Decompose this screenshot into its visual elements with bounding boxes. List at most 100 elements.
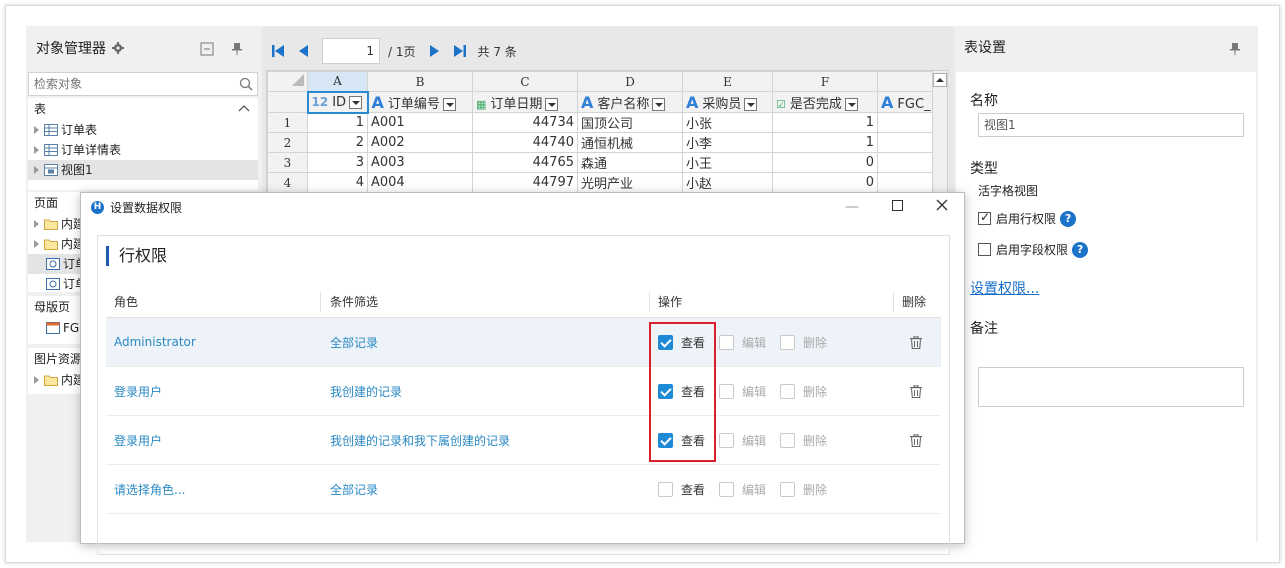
delete-permission-option[interactable]: 删除 xyxy=(780,383,827,400)
delete-row-button[interactable] xyxy=(910,318,922,366)
expand-arrow-icon[interactable] xyxy=(34,240,39,248)
filter-dropdown-icon[interactable] xyxy=(744,97,758,111)
object-search-input[interactable] xyxy=(29,73,229,95)
grid-cell[interactable]: 44797 xyxy=(472,172,578,193)
edit-permission-option[interactable]: 编辑 xyxy=(719,334,766,351)
row-number[interactable]: 3 xyxy=(267,152,308,173)
help-icon[interactable]: ? xyxy=(1060,210,1077,227)
role-select[interactable]: 请选择角色... xyxy=(114,465,185,513)
last-page-icon[interactable] xyxy=(452,43,468,59)
filter-dropdown-icon[interactable] xyxy=(652,97,666,111)
view-permission-checkbox[interactable] xyxy=(658,481,673,497)
grid-cell[interactable]: 光明产业 xyxy=(577,172,683,193)
set-permission-link[interactable]: 设置权限... xyxy=(970,278,1039,298)
grid-cell[interactable]: 0 xyxy=(772,152,878,173)
edit-permission-option[interactable]: 编辑 xyxy=(719,383,766,400)
delete-permission-checkbox[interactable] xyxy=(780,383,796,399)
field-permission-checkbox[interactable] xyxy=(978,243,991,256)
trash-icon[interactable] xyxy=(910,433,922,447)
condition-filter-link[interactable]: 全部记录 xyxy=(330,318,378,366)
role-select[interactable]: Administrator xyxy=(114,318,196,366)
filter-dropdown-icon[interactable] xyxy=(349,95,363,109)
condition-filter-link[interactable]: 我创建的记录 xyxy=(330,367,402,415)
row-number[interactable]: 2 xyxy=(267,132,308,153)
expand-arrow-icon[interactable] xyxy=(34,146,39,154)
condition-filter-link[interactable]: 我创建的记录和我下属创建的记录 xyxy=(330,416,510,464)
pin-icon[interactable] xyxy=(230,42,244,56)
pin-icon[interactable] xyxy=(1228,42,1242,56)
grid-cell[interactable]: 通恒机械 xyxy=(577,132,683,153)
expand-arrow-icon[interactable] xyxy=(34,376,39,384)
grid-cell[interactable]: 小李 xyxy=(682,132,773,153)
expand-arrow-icon[interactable] xyxy=(34,126,39,134)
grid-cell[interactable]: 小赵 xyxy=(682,172,773,193)
notes-textarea[interactable] xyxy=(978,367,1244,407)
help-icon[interactable]: ? xyxy=(1072,241,1089,258)
delete-permission-option[interactable]: 删除 xyxy=(780,334,827,351)
delete-row-button[interactable] xyxy=(910,416,922,464)
minimize-icon[interactable]: — xyxy=(841,197,863,217)
field-header-cell[interactable]: A 采购员 xyxy=(682,91,773,113)
maximize-button[interactable] xyxy=(886,197,908,217)
role-select[interactable]: 登录用户 xyxy=(114,416,162,464)
row-permission-option[interactable]: 启用行权限 ? xyxy=(978,210,1077,227)
grid-cell[interactable]: 1 xyxy=(772,112,878,133)
collapse-all-icon[interactable] xyxy=(200,42,214,56)
tree-item-view-1[interactable]: 视图1 xyxy=(28,160,258,180)
close-icon[interactable] xyxy=(936,199,948,211)
field-header-cell[interactable]: ▦ 订单日期 xyxy=(472,91,578,113)
select-all-corner[interactable] xyxy=(267,71,308,92)
chevron-up-icon[interactable] xyxy=(238,103,250,115)
trash-icon[interactable] xyxy=(910,335,922,349)
view-permission-option[interactable]: 查看 xyxy=(658,432,705,449)
grid-cell[interactable]: 0 xyxy=(772,172,878,193)
edit-permission-checkbox[interactable] xyxy=(719,383,735,399)
delete-permission-checkbox[interactable] xyxy=(780,432,796,448)
column-letter[interactable]: A xyxy=(307,71,368,92)
view-permission-option[interactable]: 查看 xyxy=(658,334,705,351)
grid-cell[interactable]: 小张 xyxy=(682,112,773,133)
name-input[interactable]: 视图1 xyxy=(978,113,1244,137)
grid-cell[interactable]: 3 xyxy=(307,152,368,173)
tree-item-table-2[interactable]: 订单详情表 xyxy=(28,140,258,160)
view-permission-checkbox[interactable] xyxy=(658,383,673,399)
grid-cell[interactable]: 4 xyxy=(307,172,368,193)
grid-cell[interactable]: 1 xyxy=(307,112,368,133)
expand-arrow-icon[interactable] xyxy=(34,166,39,174)
edit-permission-checkbox[interactable] xyxy=(719,432,735,448)
tables-section-header[interactable]: 表 xyxy=(28,98,258,120)
filter-dropdown-icon[interactable] xyxy=(844,97,858,111)
delete-permission-option[interactable]: 删除 xyxy=(780,432,827,449)
object-search[interactable] xyxy=(28,72,258,96)
grid-cell[interactable]: A001 xyxy=(367,112,473,133)
filter-dropdown-icon[interactable] xyxy=(442,97,456,111)
view-permission-checkbox[interactable] xyxy=(658,334,673,350)
grid-cell[interactable] xyxy=(877,172,938,193)
grid-cell[interactable]: 小王 xyxy=(682,152,773,173)
tree-item-table-1[interactable]: 订单表 xyxy=(28,120,258,140)
edit-permission-checkbox[interactable] xyxy=(719,334,735,350)
close-button[interactable] xyxy=(931,197,953,217)
grid-cell[interactable]: 国顶公司 xyxy=(577,112,683,133)
filter-dropdown-icon[interactable] xyxy=(545,97,559,111)
select-all-icon[interactable] xyxy=(292,74,304,86)
column-letter[interactable] xyxy=(877,71,938,92)
delete-row-button[interactable] xyxy=(910,367,922,415)
condition-filter-link[interactable]: 全部记录 xyxy=(330,465,378,513)
field-header-cell[interactable]: A 客户名称 xyxy=(577,91,683,113)
gear-icon[interactable] xyxy=(112,42,124,54)
scroll-up-icon[interactable] xyxy=(933,73,947,87)
field-header-cell[interactable]: ☑ 是否完成 xyxy=(772,91,878,113)
column-letter[interactable]: E xyxy=(682,71,773,92)
field-header-cell[interactable]: A 订单编号 xyxy=(367,91,473,113)
expand-arrow-icon[interactable] xyxy=(34,220,39,228)
grid-cell[interactable]: 44734 xyxy=(472,112,578,133)
edit-permission-option[interactable]: 编辑 xyxy=(719,432,766,449)
grid-cell[interactable]: 1 xyxy=(772,132,878,153)
grid-cell[interactable] xyxy=(877,112,938,133)
grid-cell[interactable]: 44740 xyxy=(472,132,578,153)
grid-cell[interactable]: 2 xyxy=(307,132,368,153)
grid-cell[interactable]: A004 xyxy=(367,172,473,193)
search-icon[interactable] xyxy=(239,77,253,91)
row-number[interactable]: 1 xyxy=(267,112,308,133)
